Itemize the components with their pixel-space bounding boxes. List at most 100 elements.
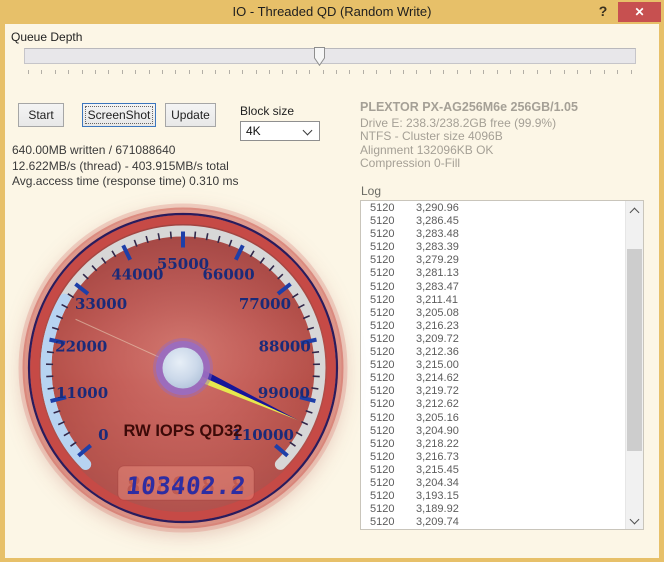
log-col-value: 3,204.90 <box>416 424 459 437</box>
log-row[interactable]: 5120 3,283.47 <box>361 281 626 294</box>
log-col-value: 3,215.00 <box>416 359 459 372</box>
queue-depth-slider[interactable] <box>24 47 636 67</box>
update-button[interactable]: Update <box>165 103 216 127</box>
log-col-queue: 5120 <box>370 228 395 241</box>
log-row[interactable]: 5120 3,281.13 <box>361 267 626 280</box>
log-row[interactable]: 5120 3,283.39 <box>361 241 626 254</box>
window-title: IO - Threaded QD (Random Write) <box>232 4 432 19</box>
slider-tick-mark <box>603 70 605 74</box>
scroll-down-button[interactable] <box>626 512 643 529</box>
log-row[interactable]: 5120 3,215.00 <box>361 359 626 372</box>
log-col-queue: 5120 <box>370 241 395 254</box>
log-col-value: 3,279.29 <box>416 254 459 267</box>
log-col-queue: 5120 <box>370 293 395 306</box>
log-col-value: 3,209.72 <box>416 332 459 345</box>
log-listbox[interactable]: 5120 3,290.96 5120 3,286.45 5120 3,283.48 5120… <box>360 200 644 530</box>
log-row[interactable]: 5120 3,283.48 <box>361 228 626 241</box>
log-row[interactable]: 5120 3,189.92 <box>361 503 626 516</box>
gauge-minor-tick <box>169 231 173 239</box>
log-label: Log <box>361 184 382 198</box>
slider-thumb[interactable] <box>314 47 326 67</box>
log-col-value: 3,205.08 <box>416 306 459 319</box>
scroll-up-button[interactable] <box>626 201 643 218</box>
slider-tick-mark <box>215 70 217 74</box>
log-col-value: 3,290.96 <box>416 202 459 214</box>
log-row[interactable]: 5120 3,211.41 <box>361 294 626 307</box>
slider-tick-mark <box>536 70 538 74</box>
log-scrollbar[interactable] <box>625 201 643 529</box>
slider-tick-mark <box>483 70 485 74</box>
slider-tick-mark <box>322 70 324 74</box>
log-row[interactable]: 5120 3,209.74 <box>361 516 626 528</box>
drive-filesystem: NTFS - Cluster size 4096B <box>360 129 503 144</box>
app-window: { "window": { "title": "IO - Threaded QD… <box>0 0 664 562</box>
screenshot-button[interactable]: ScreenShot <box>82 103 156 127</box>
log-row[interactable]: 5120 3,290.96 <box>361 202 626 215</box>
slider-thumb-icon <box>314 47 326 67</box>
titlebar[interactable]: IO - Threaded QD (Random Write) ? ✕ <box>0 0 664 24</box>
log-row[interactable]: 5120 3,209.72 <box>361 333 626 346</box>
log-row[interactable]: 5120 3,215.45 <box>361 464 626 477</box>
status-line-access-time: Avg.access time (response time) 0.310 ms <box>12 174 239 188</box>
log-row[interactable]: 5120 3,218.22 <box>361 438 626 451</box>
log-col-value: 3,211.41 <box>416 293 459 306</box>
close-button[interactable]: ✕ <box>618 2 661 22</box>
close-icon: ✕ <box>634 5 645 19</box>
gauge-hub <box>153 338 213 398</box>
gauge-tick-label: 77000 <box>239 295 291 313</box>
log-row[interactable]: 5120 3,219.72 <box>361 385 626 398</box>
log-row[interactable]: 5120 3,214.62 <box>361 372 626 385</box>
log-col-value: 3,193.15 <box>416 490 459 503</box>
slider-tick-mark <box>550 70 552 74</box>
log-row[interactable]: 5120 3,212.36 <box>361 346 626 359</box>
log-col-value: 3,283.48 <box>416 228 459 241</box>
block-size-select[interactable]: 4K <box>240 121 320 141</box>
log-row[interactable]: 5120 3,286.45 <box>361 215 626 228</box>
gauge-tick-label: 88000 <box>259 337 311 355</box>
gauge-tick-label: 22000 <box>55 337 107 355</box>
log-col-queue: 5120 <box>370 267 395 280</box>
slider-tick-mark <box>94 70 96 74</box>
log-row[interactable]: 5120 3,205.16 <box>361 412 626 425</box>
slider-tick-mark <box>335 70 337 74</box>
log-row[interactable]: 5120 3,216.23 <box>361 320 626 333</box>
log-row[interactable]: 5120 3,216.73 <box>361 451 626 464</box>
gauge-tick-label: 33000 <box>75 295 127 313</box>
slider-tick-mark <box>188 70 190 74</box>
log-row[interactable]: 5120 3,205.08 <box>361 307 626 320</box>
log-row[interactable]: 5120 3,193.15 <box>361 490 626 503</box>
slider-tick-mark <box>469 70 471 74</box>
slider-tick-mark <box>416 70 418 74</box>
log-col-queue: 5120 <box>370 411 395 424</box>
slider-tick-mark <box>590 70 592 74</box>
log-col-queue: 5120 <box>370 319 395 332</box>
log-row[interactable]: 5120 3,204.34 <box>361 477 626 490</box>
log-col-value: 3,283.39 <box>416 241 459 254</box>
slider-tick-mark <box>121 70 123 74</box>
slider-tick-mark <box>362 70 364 74</box>
scrollbar-thumb[interactable] <box>627 249 642 451</box>
log-row[interactable]: 5120 3,212.62 <box>361 398 626 411</box>
client-area: Queue Depth Start ScreenShot Update Bloc… <box>5 24 659 558</box>
slider-tick-mark <box>429 70 431 74</box>
log-col-queue: 5120 <box>370 490 395 503</box>
start-button[interactable]: Start <box>18 103 64 127</box>
slider-tick-mark <box>175 70 177 74</box>
log-col-value: 3,216.23 <box>416 319 459 332</box>
slider-tick-mark <box>309 70 311 74</box>
log-col-queue: 5120 <box>370 476 395 489</box>
gauge-minor-tick <box>193 231 197 239</box>
gauge-minor-tick <box>46 350 55 354</box>
log-row[interactable]: 5120 3,204.90 <box>361 425 626 438</box>
log-col-queue: 5120 <box>370 424 395 437</box>
help-button[interactable]: ? <box>595 3 611 21</box>
log-col-queue: 5120 <box>370 398 395 411</box>
log-row[interactable]: 5120 3,279.29 <box>361 254 626 267</box>
block-size-value: 4K <box>246 124 261 138</box>
slider-tick-mark <box>577 70 579 74</box>
gauge-minor-tick <box>47 387 55 390</box>
slider-tick-mark <box>282 70 284 74</box>
log-col-queue: 5120 <box>370 202 395 214</box>
slider-tick-mark <box>161 70 163 74</box>
slider-tick-mark <box>349 70 351 74</box>
